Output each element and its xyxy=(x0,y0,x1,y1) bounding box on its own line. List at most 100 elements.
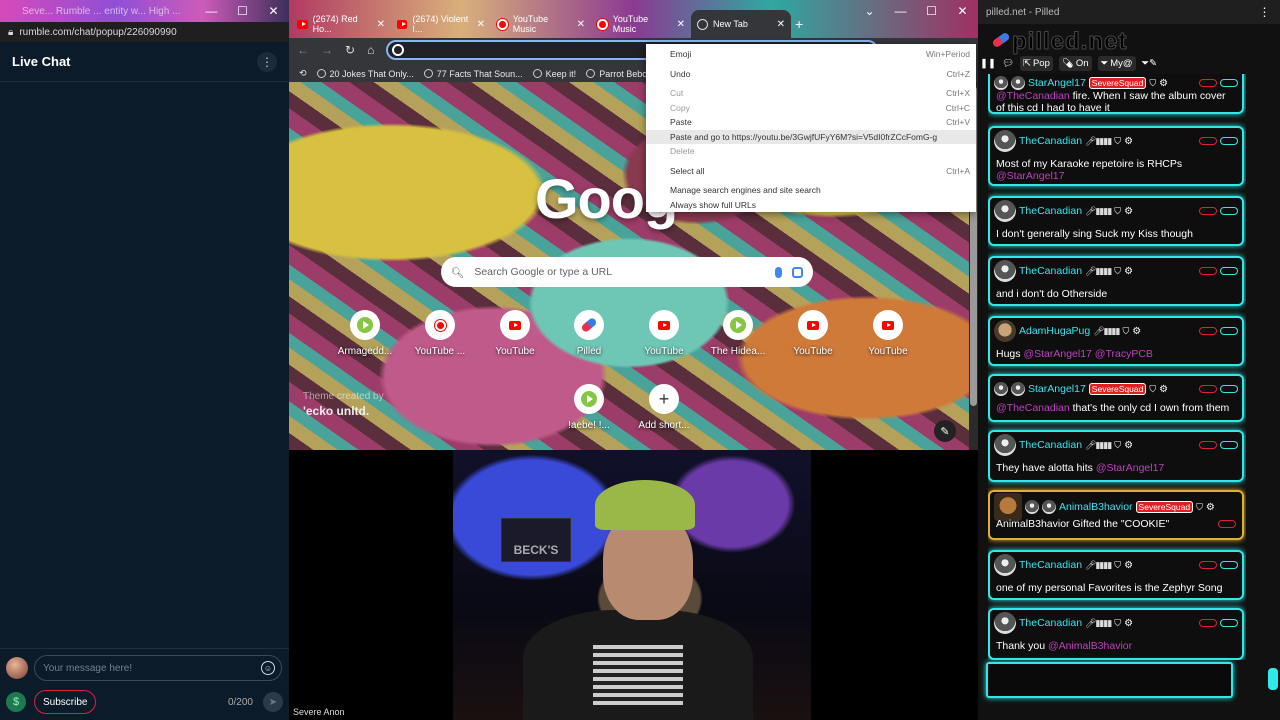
filter-pencil-icon[interactable]: ⏷✎ xyxy=(1142,58,1158,69)
username[interactable]: AnimalB3havior xyxy=(1059,501,1133,513)
shortcut-tile[interactable]: Armagedd... xyxy=(329,310,401,357)
gear-icon[interactable]: ⚙ xyxy=(1124,618,1133,629)
emoji-icon[interactable]: ☺ xyxy=(261,661,275,675)
username[interactable]: TheCanadian xyxy=(1019,205,1082,217)
bookmark-item[interactable]: Keep it! xyxy=(532,69,576,79)
close-icon[interactable]: ✕ xyxy=(947,0,978,22)
maximize-icon[interactable]: ☐ xyxy=(916,0,947,22)
chat-bubble-icon[interactable]: 💬︎ xyxy=(1002,58,1014,69)
shortcut-tile[interactable]: YouTube xyxy=(852,310,924,357)
apps-icon[interactable]: ⟲ xyxy=(299,68,307,79)
tab-3[interactable]: YouTube Music ✕ xyxy=(591,10,691,38)
react-oval-icon[interactable] xyxy=(1220,207,1238,215)
shortcut-tile[interactable]: YouTube ... xyxy=(404,310,476,357)
menu-item-manage-search-engines[interactable]: Manage search engines and site search xyxy=(646,183,976,198)
mention[interactable]: @TheCanadian xyxy=(996,90,1070,102)
side-pill-tab[interactable] xyxy=(1268,668,1278,690)
chat-message[interactable]: TheCanadian 🎤︎▮▮▮▮ ⛉ ⚙ and i don't do Ot… xyxy=(988,256,1244,306)
message-input[interactable]: Your message here! ☺ xyxy=(34,655,282,681)
reply-oval-icon[interactable] xyxy=(1199,137,1217,145)
mention[interactable]: @TheCanadian xyxy=(996,402,1070,414)
username[interactable]: TheCanadian xyxy=(1019,559,1082,571)
menu-item-emoji[interactable]: Emoji Win+Period xyxy=(646,47,976,62)
shortcut-tile[interactable]: YouTube xyxy=(479,310,551,357)
mention[interactable]: @AnimalB3havior xyxy=(1048,640,1132,652)
close-tab-icon[interactable]: ✕ xyxy=(477,19,485,30)
more-options-icon[interactable]: ⋮ xyxy=(1249,1,1280,23)
menu-item-undo[interactable]: Undo Ctrl+Z xyxy=(646,67,976,82)
rant-dollar-icon[interactable]: $ xyxy=(6,692,26,712)
mention[interactable]: @StarAngel17 xyxy=(1096,462,1164,474)
shortcut-tile[interactable]: Pilled xyxy=(553,310,625,357)
react-oval-icon[interactable] xyxy=(1220,619,1238,627)
menu-item-copy[interactable]: Copy Ctrl+C xyxy=(646,101,976,116)
close-tab-icon[interactable]: ✕ xyxy=(677,19,685,30)
tab-4[interactable]: New Tab ✕ xyxy=(691,10,791,38)
username[interactable]: StarAngel17 xyxy=(1028,383,1086,395)
username[interactable]: AdamHugaPug xyxy=(1019,325,1090,337)
menu-item-cut[interactable]: Cut Ctrl+X xyxy=(646,86,976,101)
tab-search-icon[interactable]: ⌄ xyxy=(854,0,885,22)
chat-message[interactable]: TheCanadian 🎤︎▮▮▮▮ ⛉ ⚙ Thank you @Animal… xyxy=(988,608,1244,660)
reply-oval-icon[interactable] xyxy=(1199,441,1217,449)
react-oval-icon[interactable] xyxy=(1220,385,1238,393)
react-oval-icon[interactable] xyxy=(1220,137,1238,145)
menu-item-delete[interactable]: Delete xyxy=(646,144,976,159)
pause-icon[interactable]: ❚❚ xyxy=(980,58,996,69)
chat-message[interactable]: TheCanadian 🎤︎▮▮▮▮ ⛉ ⚙ Most of my Karaok… xyxy=(988,126,1244,186)
bookmark-item[interactable]: 77 Facts That Soun... xyxy=(423,69,523,79)
bookmark-item[interactable]: 20 Jokes That Only... xyxy=(316,69,414,79)
reply-oval-icon[interactable] xyxy=(1218,520,1236,528)
google-search-box[interactable]: 🔍︎ Search Google or type a URL xyxy=(441,257,813,287)
on-button[interactable]: 💊︎ On xyxy=(1058,56,1092,71)
shortcut-tile[interactable]: The Hidea... xyxy=(702,310,774,357)
username[interactable]: TheCanadian xyxy=(1019,265,1082,277)
reload-icon[interactable]: ↻ xyxy=(345,43,355,57)
customize-pencil-icon[interactable]: ✎ xyxy=(934,420,956,442)
react-oval-icon[interactable] xyxy=(1220,441,1238,449)
maximize-icon[interactable]: ☐ xyxy=(227,0,258,22)
react-oval-icon[interactable] xyxy=(1220,79,1238,87)
username[interactable]: StarAngel17 xyxy=(1028,77,1086,89)
gear-icon[interactable]: ⚙ xyxy=(1159,384,1168,395)
mention[interactable]: @StarAngel17 @TracyPCB xyxy=(1023,348,1152,360)
close-tab-icon[interactable]: ✕ xyxy=(777,19,785,30)
reply-oval-icon[interactable] xyxy=(1199,561,1217,569)
tab-1[interactable]: (2674) Violent I... ✕ xyxy=(391,10,491,38)
gear-icon[interactable]: ⚙ xyxy=(1124,560,1133,571)
gear-icon[interactable]: ⚙ xyxy=(1124,440,1133,451)
chat-message[interactable]: TheCanadian 🎤︎▮▮▮▮ ⛉ ⚙ one of my persona… xyxy=(988,550,1244,600)
new-tab-icon[interactable]: + xyxy=(795,16,803,32)
shortcut-tile[interactable]: YouTube xyxy=(777,310,849,357)
theme-credit[interactable]: Theme created by 'ecko unltd. xyxy=(303,390,384,418)
add-shortcut-tile[interactable]: + Add short... xyxy=(628,384,700,431)
gear-icon[interactable]: ⚙ xyxy=(1206,502,1215,513)
more-options-icon[interactable]: ⋮ xyxy=(257,51,277,72)
mentions-filter-button[interactable]: ⏷ My@ xyxy=(1097,56,1136,71)
home-icon[interactable]: ⌂ xyxy=(367,43,374,57)
chat-message-gift[interactable]: AnimalB3havior SevereSquad ⛉ ⚙ AnimalB3h… xyxy=(988,490,1244,540)
gear-icon[interactable]: ⚙ xyxy=(1159,78,1168,89)
reply-oval-icon[interactable] xyxy=(1199,267,1217,275)
microphone-icon[interactable] xyxy=(775,266,782,278)
mention[interactable]: @StarAngel17 xyxy=(996,170,1064,182)
react-oval-icon[interactable] xyxy=(1220,267,1238,275)
react-oval-icon[interactable] xyxy=(1220,327,1238,335)
close-tab-icon[interactable]: ✕ xyxy=(577,19,585,30)
username[interactable]: TheCanadian xyxy=(1019,135,1082,147)
chat-message[interactable]: StarAngel17 SevereSquad ⛉ ⚙ @TheCanadian… xyxy=(988,374,1244,422)
gear-icon[interactable]: ⚙ xyxy=(1124,266,1133,277)
username[interactable]: TheCanadian xyxy=(1019,617,1082,629)
reply-oval-icon[interactable] xyxy=(1199,385,1217,393)
forward-icon[interactable]: → xyxy=(321,43,333,57)
minimize-icon[interactable]: — xyxy=(885,0,916,22)
reply-oval-icon[interactable] xyxy=(1199,79,1217,87)
gear-icon[interactable]: ⚙ xyxy=(1124,206,1133,217)
back-icon[interactable]: ← xyxy=(297,43,309,57)
chat-message[interactable]: TheCanadian 🎤︎▮▮▮▮ ⛉ ⚙ I don't generally… xyxy=(988,196,1244,246)
send-icon[interactable]: ➤ xyxy=(263,692,283,712)
menu-item-paste[interactable]: Paste Ctrl+V xyxy=(646,115,976,130)
menu-item-select-all[interactable]: Select all Ctrl+A xyxy=(646,164,976,179)
gear-icon[interactable]: ⚙ xyxy=(1132,326,1141,337)
reply-oval-icon[interactable] xyxy=(1199,327,1217,335)
